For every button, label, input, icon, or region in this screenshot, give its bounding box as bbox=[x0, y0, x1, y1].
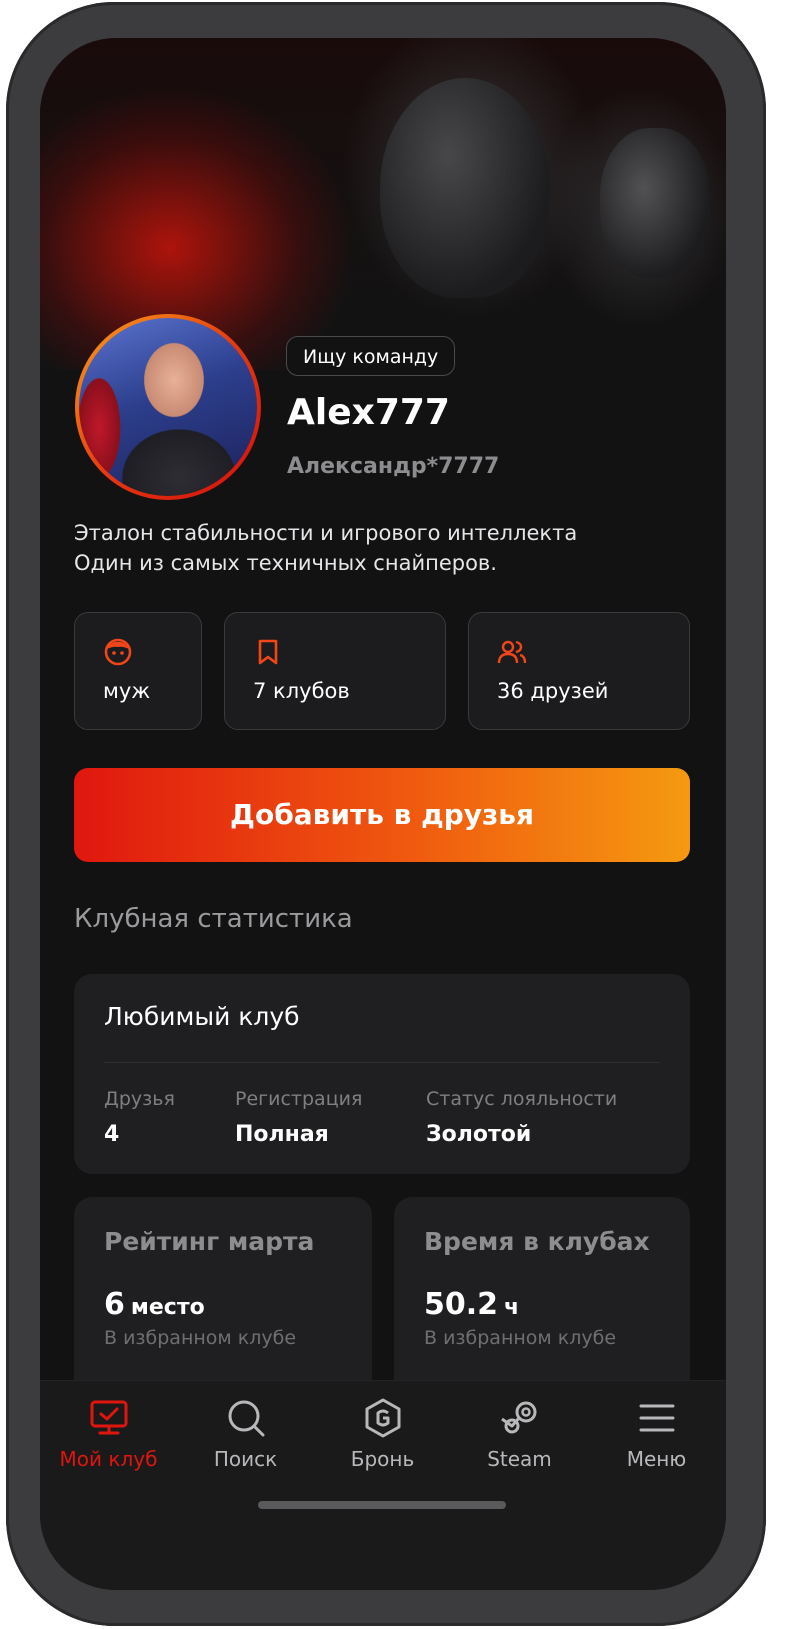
stat-clubs[interactable]: 7 клубов bbox=[224, 612, 446, 730]
loyalty-value: Золотой bbox=[426, 1122, 532, 1147]
steam-icon bbox=[501, 1401, 537, 1434]
loyalty-label: Статус лояльности bbox=[426, 1088, 618, 1110]
avatar[interactable] bbox=[75, 314, 261, 500]
rating-title: Рейтинг марта bbox=[104, 1227, 315, 1256]
friends-value: 4 bbox=[104, 1122, 120, 1147]
tab-label: Меню bbox=[626, 1447, 687, 1471]
rating-value: 6 bbox=[104, 1287, 125, 1322]
divider bbox=[104, 1062, 660, 1063]
time-card[interactable]: Время в клубах 50.2 ч В избранном клубе bbox=[394, 1197, 690, 1397]
bookmark-icon bbox=[258, 639, 278, 665]
time-unit: ч bbox=[504, 1295, 520, 1320]
phone-frame: Ищу команду Alex777 Александр*7777 Этало… bbox=[0, 0, 793, 1629]
time-value-row: 50.2 ч bbox=[424, 1287, 519, 1322]
rating-value-row: 6 место bbox=[104, 1287, 205, 1322]
cover-gas-mask-shape bbox=[380, 78, 550, 298]
tab-search[interactable]: Поиск bbox=[177, 1381, 314, 1491]
favorite-club-card[interactable]: Любимый клуб Друзья 4 Регистрация Полная… bbox=[74, 974, 690, 1174]
cover-gas-mask-shape bbox=[600, 128, 710, 278]
home-indicator[interactable] bbox=[258, 1501, 506, 1509]
time-value: 50.2 bbox=[424, 1287, 499, 1322]
rating-subtitle: В избранном клубе bbox=[104, 1327, 297, 1349]
profile-nickname: Alex777 bbox=[287, 392, 450, 433]
tab-label: Steam bbox=[487, 1447, 552, 1471]
profile-real-name: Александр*7777 bbox=[287, 454, 500, 479]
tab-booking[interactable]: Бронь bbox=[314, 1381, 451, 1491]
face-icon bbox=[104, 638, 132, 666]
app-screen: Ищу команду Alex777 Александр*7777 Этало… bbox=[40, 38, 726, 1590]
rating-card[interactable]: Рейтинг марта 6 место В избранном клубе bbox=[74, 1197, 372, 1397]
time-subtitle: В избранном клубе bbox=[424, 1327, 617, 1349]
stat-label: 7 клубов bbox=[253, 679, 350, 703]
monitor-icon bbox=[90, 1400, 128, 1435]
stat-gender: муж bbox=[74, 612, 202, 730]
users-icon bbox=[497, 640, 527, 664]
logo-icon bbox=[365, 1398, 401, 1438]
menu-icon bbox=[639, 1404, 675, 1432]
stat-label: 36 друзей bbox=[497, 679, 609, 703]
tab-label: Поиск bbox=[213, 1447, 278, 1471]
section-title-club-stats: Клубная статистика bbox=[74, 904, 353, 934]
profile-bio: Эталон стабильности и игрового интеллект… bbox=[74, 518, 577, 578]
status-tag: Ищу команду bbox=[286, 336, 456, 376]
tab-menu[interactable]: Меню bbox=[588, 1381, 725, 1491]
registration-label: Регистрация bbox=[235, 1088, 363, 1110]
registration-value: Полная bbox=[235, 1122, 329, 1147]
stat-label: муж bbox=[103, 679, 151, 703]
friends-label: Друзья bbox=[104, 1088, 175, 1110]
time-title: Время в клубах bbox=[424, 1227, 650, 1256]
favorite-club-title: Любимый клуб bbox=[104, 1002, 300, 1031]
search-icon bbox=[228, 1400, 265, 1437]
tab-label: Мой клуб bbox=[59, 1447, 158, 1471]
avatar-photo bbox=[79, 318, 257, 496]
tab-my-club[interactable]: Мой клуб bbox=[40, 1381, 177, 1491]
tab-label: Бронь bbox=[350, 1447, 415, 1471]
stat-friends[interactable]: 36 друзей bbox=[468, 612, 690, 730]
tab-steam[interactable]: Steam bbox=[451, 1381, 588, 1491]
add-friend-button[interactable]: Добавить в друзья bbox=[74, 768, 690, 862]
rating-unit: место bbox=[130, 1295, 205, 1320]
bio-line: Эталон стабильности и игрового интеллект… bbox=[74, 521, 578, 545]
bio-line: Один из самых техничных снайперов. bbox=[74, 551, 497, 575]
tab-bar: Мой клуб Поиск Бронь Steam Меню bbox=[40, 1380, 726, 1590]
